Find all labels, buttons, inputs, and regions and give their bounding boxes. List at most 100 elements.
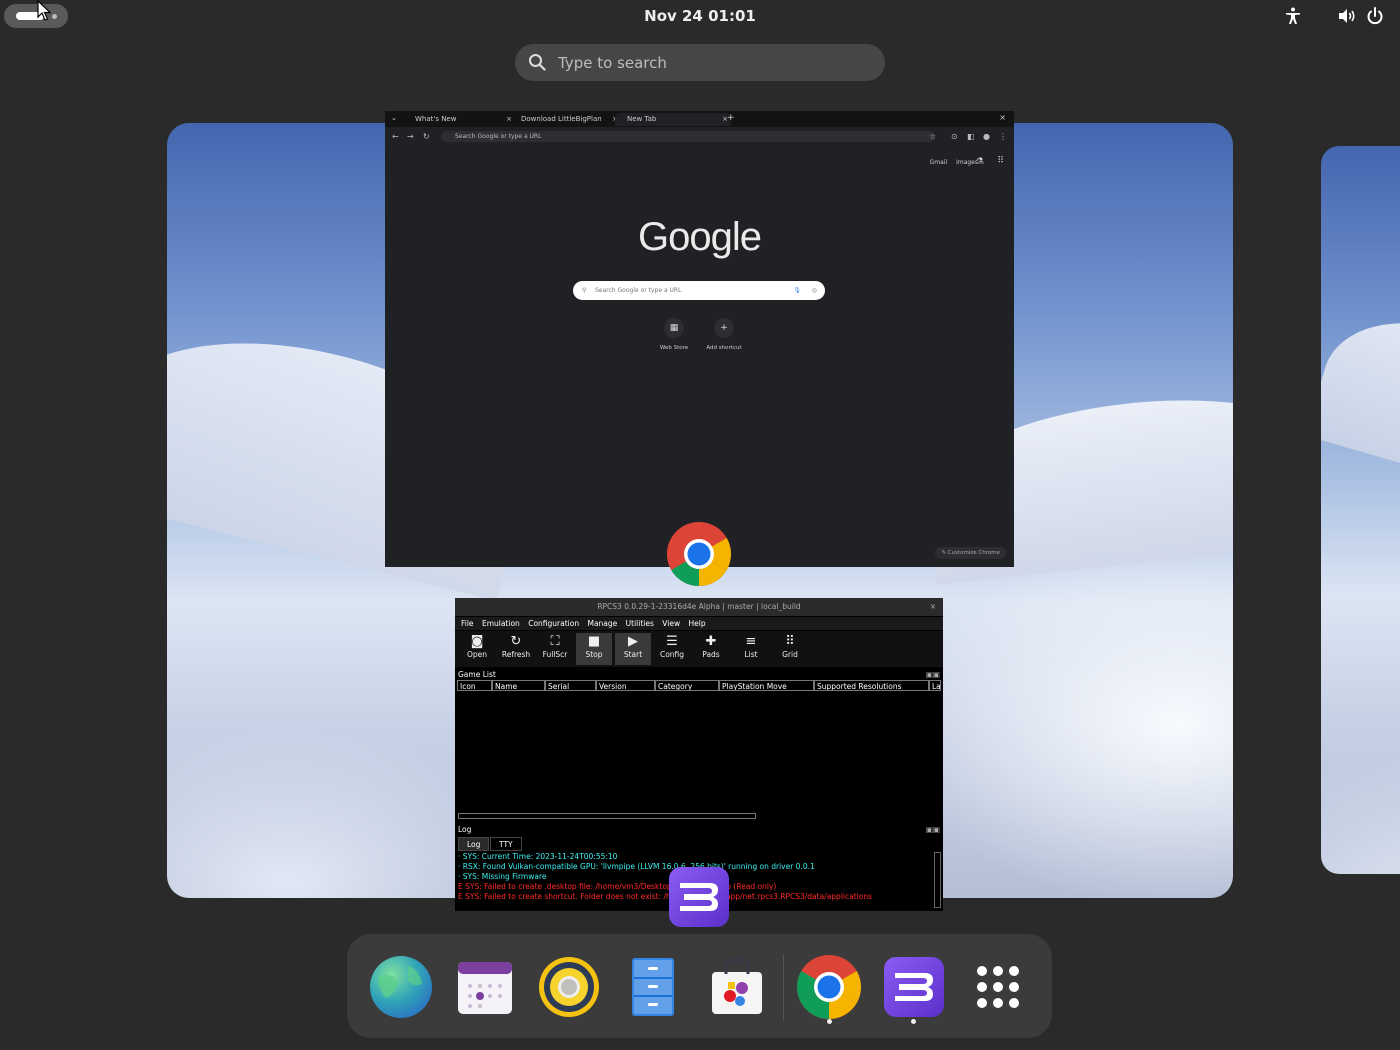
rpcs3-window-preview[interactable]: RPCS3 0.0.29-1-23316d4e Alpha | master |… bbox=[455, 598, 943, 911]
list-view-button[interactable]: ≡ List bbox=[733, 633, 769, 665]
files-icon[interactable] bbox=[620, 954, 686, 1020]
power-icon[interactable] bbox=[1365, 6, 1385, 26]
column-header[interactable]: Supported Resolutions bbox=[814, 680, 929, 691]
rpcs3-title-bar: RPCS3 0.0.29-1-23316d4e Alpha | master |… bbox=[455, 598, 943, 616]
reload-icon[interactable]: ↻ bbox=[423, 132, 430, 141]
refresh-icon: ↻ bbox=[510, 634, 522, 649]
dash-dock bbox=[347, 934, 1052, 1038]
new-tab-icon[interactable]: + bbox=[727, 113, 735, 123]
chrome-tab[interactable]: What's New × bbox=[403, 113, 515, 126]
horizontal-scrollbar[interactable] bbox=[458, 813, 756, 819]
images-link[interactable]: Images bbox=[956, 159, 978, 166]
pads-button[interactable]: ✚ Pads bbox=[693, 633, 729, 665]
menu-file[interactable]: File bbox=[461, 619, 474, 628]
google-search-box[interactable]: ⚲ Search Google or type a URL 🎙 ◎ bbox=[573, 281, 825, 300]
camera-icon: ◙ bbox=[470, 634, 484, 649]
rpcs3-app-icon[interactable] bbox=[668, 866, 730, 928]
tab-tty[interactable]: TTY bbox=[490, 837, 522, 851]
top-bar: Nov 24 01:01 bbox=[0, 0, 1400, 32]
column-header[interactable]: Icon bbox=[457, 680, 492, 691]
menu-utilities[interactable]: Utilities bbox=[626, 619, 654, 628]
accessibility-icon[interactable] bbox=[1283, 6, 1303, 26]
show-apps-grid-icon[interactable] bbox=[965, 954, 1031, 1020]
fullscreen-button[interactable]: ⛶ FullScr bbox=[537, 633, 573, 665]
voice-search-icon[interactable]: 🎙 bbox=[793, 281, 801, 300]
toolbar-label: Open bbox=[466, 650, 488, 659]
close-window-icon[interactable]: × bbox=[930, 598, 936, 616]
game-list-label: Game List bbox=[458, 670, 496, 679]
google-top-links: Gmail Images bbox=[923, 159, 978, 166]
chrome-address-bar[interactable]: Search Google or type a URL bbox=[441, 131, 935, 142]
log-scrollbar[interactable] bbox=[934, 852, 941, 908]
list-icon: ≡ bbox=[745, 634, 757, 649]
chrome-tab[interactable]: Download LittleBigPlan × bbox=[509, 113, 621, 126]
grid-view-button[interactable]: ⠿ Grid bbox=[772, 633, 808, 665]
software-store-icon[interactable] bbox=[704, 954, 770, 1020]
rpcs3-title: RPCS3 0.0.29-1-23316d4e Alpha | master |… bbox=[597, 602, 801, 611]
chrome-tab-label: What's New bbox=[415, 115, 457, 123]
close-window-icon[interactable]: × bbox=[999, 113, 1006, 122]
workspace-indicator-dot bbox=[52, 14, 57, 19]
workspace-thumbnail-next[interactable] bbox=[1321, 146, 1400, 874]
config-button[interactable]: ☰ Config bbox=[654, 633, 690, 665]
web-browser-icon[interactable] bbox=[368, 954, 434, 1020]
search-input[interactable] bbox=[556, 52, 870, 74]
back-icon[interactable]: ← bbox=[392, 132, 399, 141]
menu-icon[interactable]: ⋮ bbox=[999, 132, 1007, 141]
shortcut-web-store[interactable]: ▦ Web Store bbox=[649, 318, 699, 351]
calendar-icon[interactable] bbox=[452, 954, 518, 1020]
column-header[interactable]: PlayStation Move bbox=[719, 680, 814, 691]
chrome-app-icon[interactable] bbox=[666, 521, 732, 587]
lens-icon[interactable]: ◎ bbox=[812, 281, 817, 300]
tab-log[interactable]: Log bbox=[458, 837, 490, 851]
chrome-window-preview[interactable]: ⌄ What's New × Download LittleBigPlan × … bbox=[385, 111, 1014, 567]
toolbar-label: Stop bbox=[585, 650, 603, 659]
toolbar-label: List bbox=[744, 650, 758, 659]
dock-float-icon[interactable]: ▣▣ bbox=[926, 825, 940, 834]
google-logo: Google bbox=[638, 215, 762, 259]
apps-grid-icon[interactable]: ⠿ bbox=[997, 156, 1004, 166]
menu-manage[interactable]: Manage bbox=[587, 619, 617, 628]
rpcs3-icon[interactable] bbox=[881, 954, 947, 1020]
toolbar-label: Grid bbox=[782, 650, 798, 659]
chrome-tab-active[interactable]: New Tab × bbox=[615, 113, 731, 126]
labs-icon[interactable]: ⚗ bbox=[976, 157, 984, 167]
running-indicator bbox=[911, 1019, 916, 1024]
shortcut-add[interactable]: + Add shortcut bbox=[699, 318, 749, 351]
column-header[interactable]: Name bbox=[492, 680, 545, 691]
dock-float-icon[interactable]: ▣▣ bbox=[926, 670, 940, 679]
toolbar-label: FullScr bbox=[542, 650, 568, 659]
forward-icon[interactable]: → bbox=[407, 132, 414, 141]
open-button[interactable]: ◙ Open bbox=[459, 633, 495, 665]
column-header[interactable]: Las bbox=[929, 680, 941, 691]
clock[interactable]: Nov 24 01:01 bbox=[600, 7, 800, 25]
chrome-tab-label: New Tab bbox=[627, 115, 657, 123]
column-header[interactable]: Version bbox=[596, 680, 655, 691]
bookmark-star-icon[interactable]: ☆ bbox=[929, 132, 936, 141]
start-button[interactable]: ▶ Start bbox=[615, 633, 651, 665]
add-icon: + bbox=[714, 318, 734, 338]
log-line: · SYS: Current Time: 2023-11-24T00:55:10 bbox=[458, 852, 618, 861]
volume-icon[interactable] bbox=[1337, 6, 1357, 26]
google-chrome-icon[interactable] bbox=[796, 954, 862, 1020]
gmail-link[interactable]: Gmail bbox=[930, 159, 948, 166]
refresh-button[interactable]: ↻ Refresh bbox=[498, 633, 534, 665]
column-header[interactable]: Category bbox=[655, 680, 719, 691]
column-header[interactable]: Serial bbox=[545, 680, 596, 691]
activities-button[interactable] bbox=[4, 4, 68, 28]
menu-configuration[interactable]: Configuration bbox=[528, 619, 579, 628]
customize-chrome-button[interactable]: ✎ Customize Chrome bbox=[935, 547, 1006, 559]
mouse-cursor-icon bbox=[37, 0, 51, 21]
menu-help[interactable]: Help bbox=[688, 619, 705, 628]
download-icon[interactable]: ⊙ bbox=[951, 132, 958, 141]
stop-button[interactable]: ■ Stop bbox=[576, 633, 612, 665]
tab-search-icon[interactable]: ⌄ bbox=[391, 114, 397, 122]
rhythmbox-icon[interactable] bbox=[536, 954, 602, 1020]
search-bar[interactable] bbox=[515, 44, 885, 81]
profile-icon[interactable]: ● bbox=[983, 132, 990, 141]
chrome-tab-label: Download LittleBigPlan bbox=[521, 115, 602, 123]
menu-emulation[interactable]: Emulation bbox=[482, 619, 520, 628]
toolbar-label: Refresh bbox=[501, 650, 531, 659]
side-panel-icon[interactable]: ◧ bbox=[967, 132, 975, 141]
menu-view[interactable]: View bbox=[662, 619, 680, 628]
